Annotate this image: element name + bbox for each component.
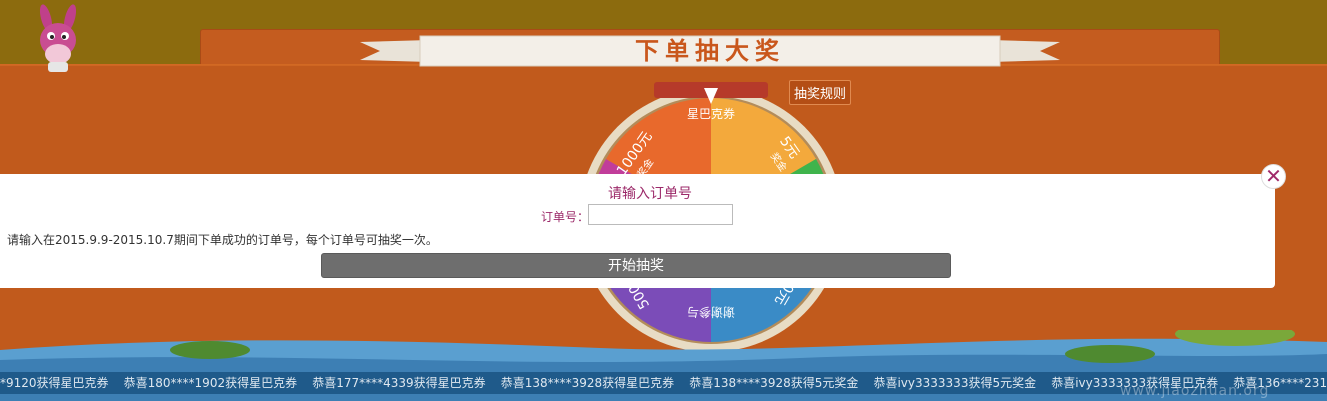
wheel-bottom-label: 谢谢参与: [687, 305, 735, 320]
ticker-item: 恭喜180****1902获得星巴克券: [123, 376, 298, 390]
title-banner: 下单抽大奖: [360, 34, 1060, 68]
watermark: www.jiaozhuan.org: [1120, 383, 1270, 399]
ticker-item: 恭喜ivy3333333获得5元奖金: [873, 376, 1037, 390]
page-title: 下单抽大奖: [635, 37, 785, 65]
order-number-label: 订单号：: [541, 210, 590, 224]
ticker-item: 恭喜138****3928获得星巴克券: [500, 376, 675, 390]
ticker-item: *9120获得星巴克券: [0, 376, 109, 390]
dialog-title: 请输入订单号: [608, 186, 692, 202]
rules-link[interactable]: 抽奖规则: [789, 80, 852, 105]
close-icon[interactable]: ✕: [1261, 164, 1286, 189]
order-dialog: 请输入订单号 订单号： 请输入在2015.9.9-2015.10.7期间下单成功…: [0, 174, 1275, 288]
ticker-item: 恭喜138****3928获得5元奖金: [689, 376, 859, 390]
dialog-hint: 请输入在2015.9.9-2015.10.7期间下单成功的订单号，每个订单号可抽…: [7, 233, 438, 247]
ticker-item: 恭喜177****4339获得星巴克券: [312, 376, 486, 390]
wheel-top-label: 星巴克券: [687, 106, 735, 121]
donkey-mascot-icon: [39, 4, 77, 72]
order-number-input[interactable]: [588, 204, 733, 225]
start-draw-button[interactable]: 开始抽奖: [321, 253, 951, 278]
